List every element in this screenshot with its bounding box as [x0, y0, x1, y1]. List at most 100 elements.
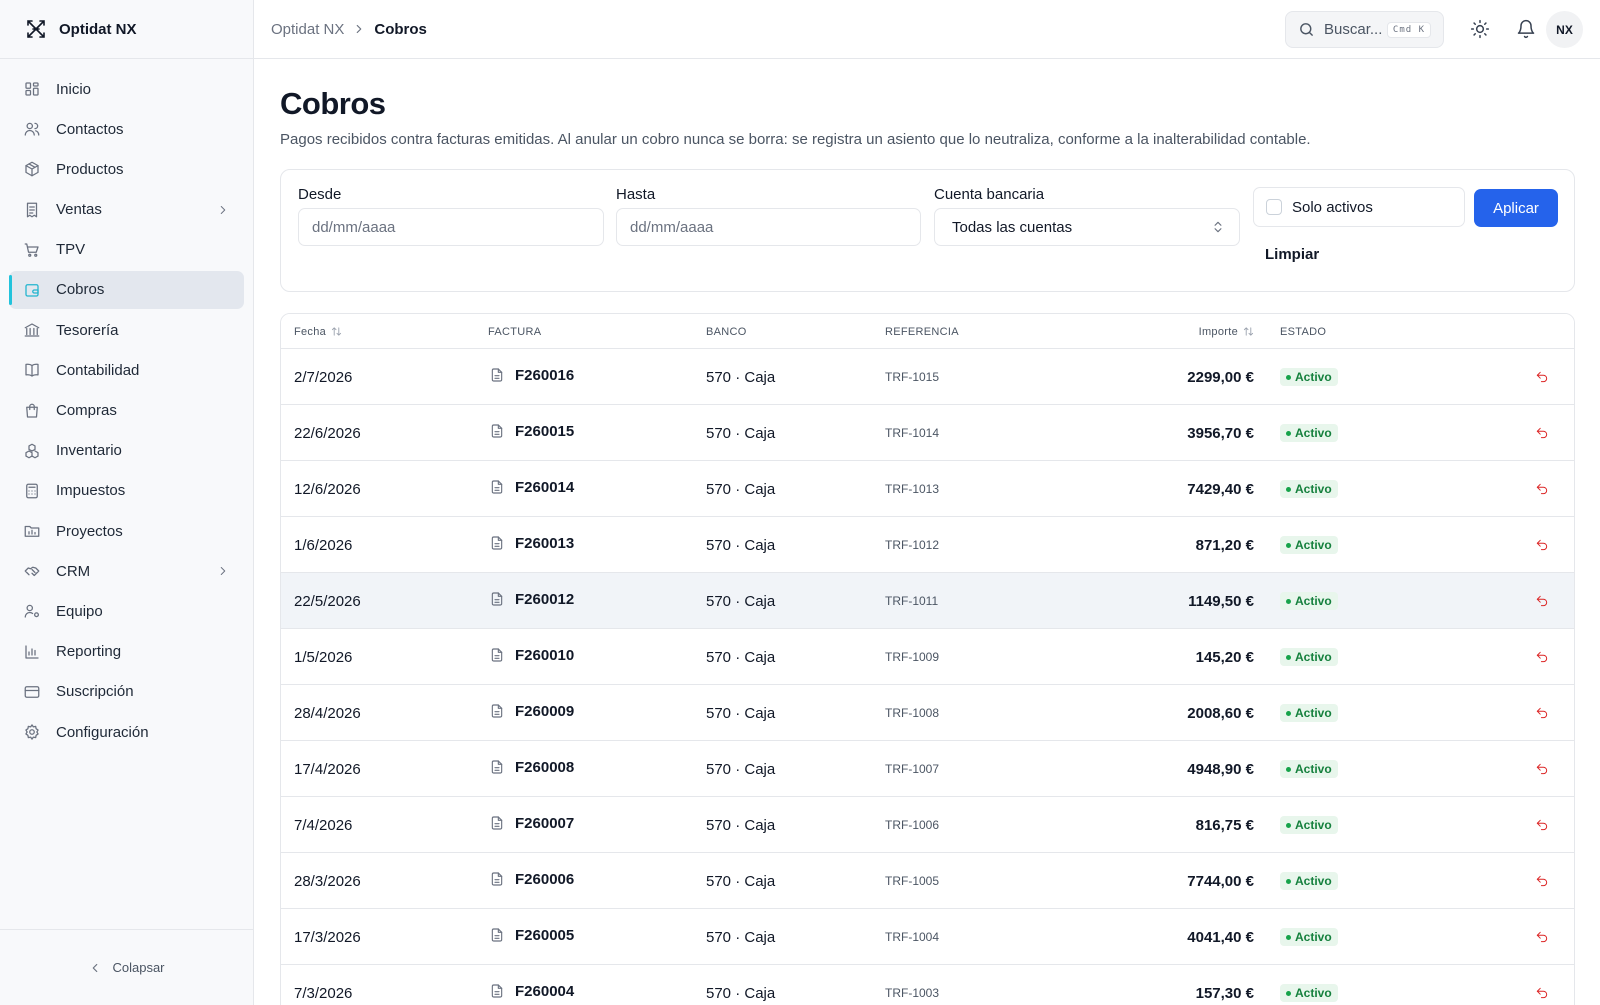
row-invoice-link[interactable]: F260012 — [489, 573, 574, 629]
void-payment-button[interactable] — [1535, 461, 1549, 517]
row-invoice-link[interactable]: F260006 — [489, 853, 574, 909]
status-badge: Activo — [1280, 424, 1338, 442]
status-badge: Activo — [1280, 984, 1338, 1002]
row-invoice-link[interactable]: F260009 — [489, 685, 574, 741]
row-invoice: F260015 — [515, 422, 575, 440]
sidebar-item-inicio[interactable]: Inicio — [9, 70, 244, 108]
gear-icon — [25, 724, 39, 740]
row-amount: 145,20 € — [1195, 648, 1254, 666]
void-payment-button[interactable] — [1535, 741, 1549, 797]
breadcrumb-root[interactable]: Optidat NX — [271, 21, 344, 38]
sun-icon[interactable] — [1470, 19, 1490, 39]
row-invoice-link[interactable]: F260007 — [489, 797, 574, 853]
sidebar-item-label: Productos — [56, 160, 124, 178]
sidebar-item-tpv[interactable]: TPV — [9, 231, 244, 269]
row-invoice: F260016 — [515, 366, 575, 384]
row-invoice-link[interactable]: F260005 — [489, 909, 574, 965]
sidebar-item-proyectos[interactable]: Proyectos — [9, 512, 244, 550]
table-row[interactable]: 12/6/2026 F260014 570 · Caja TRF-1013 7429,4… — [281, 461, 1574, 517]
apply-button[interactable]: Aplicar — [1474, 189, 1558, 227]
sidebar-item-ventas[interactable]: Ventas — [9, 191, 244, 229]
void-payment-button[interactable] — [1535, 853, 1549, 909]
cart-icon — [24, 243, 39, 257]
row-amount: 816,75 € — [1195, 816, 1254, 834]
void-payment-button[interactable] — [1535, 405, 1549, 461]
collapse-button[interactable]: Colapsar — [0, 929, 253, 1005]
table-row[interactable]: 17/3/2026 F260005 570 · Caja TRF-1004 4041,4… — [281, 909, 1574, 965]
sidebar-item-contactos[interactable]: Contactos — [9, 110, 244, 148]
table-row[interactable]: 22/6/2026 F260015 570 · Caja TRF-1014 3956,7… — [281, 405, 1574, 461]
sidebar-item-inventario[interactable]: Inventario — [9, 432, 244, 470]
table-row[interactable]: 7/4/2026 F260007 570 · Caja TRF-1006 816,75 … — [281, 797, 1574, 853]
table-row[interactable]: 28/4/2026 F260009 570 · Caja TRF-1008 2008,6… — [281, 685, 1574, 741]
sidebar-item-cobros[interactable]: Cobros — [9, 270, 244, 309]
row-date: 7/3/2026 — [294, 984, 353, 1002]
row-invoice-link[interactable]: F260008 — [489, 741, 574, 797]
void-payment-button[interactable] — [1535, 573, 1549, 629]
to-date-input[interactable]: dd/mm/aaaa — [616, 208, 921, 246]
void-payment-button[interactable] — [1535, 909, 1549, 965]
row-invoice-link[interactable]: F260015 — [489, 405, 574, 461]
receipt-icon — [26, 202, 38, 217]
status-dot — [1286, 822, 1291, 828]
row-invoice-link[interactable]: F260010 — [489, 629, 574, 685]
status-dot — [1286, 710, 1291, 716]
row-reference: TRF-1003 — [885, 986, 940, 1000]
void-payment-button[interactable] — [1535, 797, 1549, 853]
collapse-label: Colapsar — [112, 960, 165, 975]
status-dot — [1286, 430, 1291, 436]
row-reference: TRF-1011 — [885, 594, 939, 608]
sidebar-item-equipo[interactable]: Equipo — [9, 592, 244, 630]
brand[interactable]: Optidat NX — [0, 0, 253, 59]
sidebar-item-configuracion[interactable]: Configuración — [9, 713, 244, 751]
void-payment-button[interactable] — [1535, 517, 1549, 573]
sidebar-item-reporting[interactable]: Reporting — [9, 633, 244, 671]
bell-icon[interactable] — [1516, 19, 1536, 39]
col-amount[interactable]: Importe — [1199, 314, 1254, 349]
table-row[interactable]: 17/4/2026 F260008 570 · Caja TRF-1007 4948,9… — [281, 741, 1574, 797]
clear-button[interactable]: Limpiar — [1265, 240, 1337, 268]
row-invoice-link[interactable]: F260016 — [489, 349, 574, 405]
sidebar-item-compras[interactable]: Compras — [9, 392, 244, 430]
boxes-icon — [25, 443, 39, 459]
checkbox-box[interactable] — [1266, 199, 1282, 215]
row-amount: 7429,40 € — [1187, 480, 1254, 498]
table-row[interactable]: 1/5/2026 F260010 570 · Caja TRF-1009 145,20 … — [281, 629, 1574, 685]
avatar[interactable]: NX — [1546, 11, 1583, 48]
void-payment-button[interactable] — [1535, 685, 1549, 741]
row-invoice-link[interactable]: F260004 — [489, 965, 574, 1005]
table-row[interactable]: 1/6/2026 F260013 570 · Caja TRF-1012 871,20 … — [281, 517, 1574, 573]
row-invoice-link[interactable]: F260013 — [489, 517, 574, 573]
credit-card-icon — [24, 685, 40, 698]
sidebar-item-tesoreria[interactable]: Tesorería — [9, 311, 244, 349]
table-row[interactable]: 22/5/2026 F260012 570 · Caja TRF-1011 1149,5… — [281, 573, 1574, 629]
document-icon — [491, 704, 503, 718]
col-date[interactable]: Fecha — [294, 314, 342, 349]
table-row[interactable]: 7/3/2026 F260004 570 · Caja TRF-1003 157,30 … — [281, 965, 1574, 1005]
row-amount: 157,30 € — [1195, 984, 1254, 1002]
row-bank: 570 · Caja — [706, 592, 776, 610]
only-active-checkbox[interactable]: Solo activos — [1253, 187, 1465, 227]
row-reference: TRF-1009 — [885, 650, 940, 664]
void-payment-button[interactable] — [1535, 349, 1549, 405]
sidebar-item-contabilidad[interactable]: Contabilidad — [9, 351, 244, 389]
account-select[interactable]: Todas las cuentas — [934, 208, 1240, 246]
calculator-icon — [26, 483, 38, 499]
sidebar-item-suscripcion[interactable]: Suscripción — [9, 673, 244, 711]
sidebar-item-impuestos[interactable]: Impuestos — [9, 472, 244, 510]
row-invoice-link[interactable]: F260014 — [489, 461, 574, 517]
row-bank: 570 · Caja — [706, 928, 776, 946]
document-icon — [491, 648, 503, 662]
search-placeholder: Buscar... — [1324, 21, 1383, 38]
status-badge: Activo — [1280, 592, 1338, 610]
search-input[interactable]: Buscar... Cmd K — [1285, 11, 1444, 48]
from-date-input[interactable]: dd/mm/aaaa — [298, 208, 604, 246]
table-row[interactable]: 28/3/2026 F260006 570 · Caja TRF-1005 7744,0… — [281, 853, 1574, 909]
table-row[interactable]: 2/7/2026 F260016 570 · Caja TRF-1015 2299,00… — [281, 349, 1574, 405]
void-payment-button[interactable] — [1535, 965, 1549, 1005]
sidebar-item-crm[interactable]: CRM — [9, 552, 244, 590]
document-icon — [491, 760, 503, 774]
sidebar-item-productos[interactable]: Productos — [9, 150, 244, 188]
void-payment-button[interactable] — [1535, 629, 1549, 685]
status-badge: Activo — [1280, 760, 1338, 778]
